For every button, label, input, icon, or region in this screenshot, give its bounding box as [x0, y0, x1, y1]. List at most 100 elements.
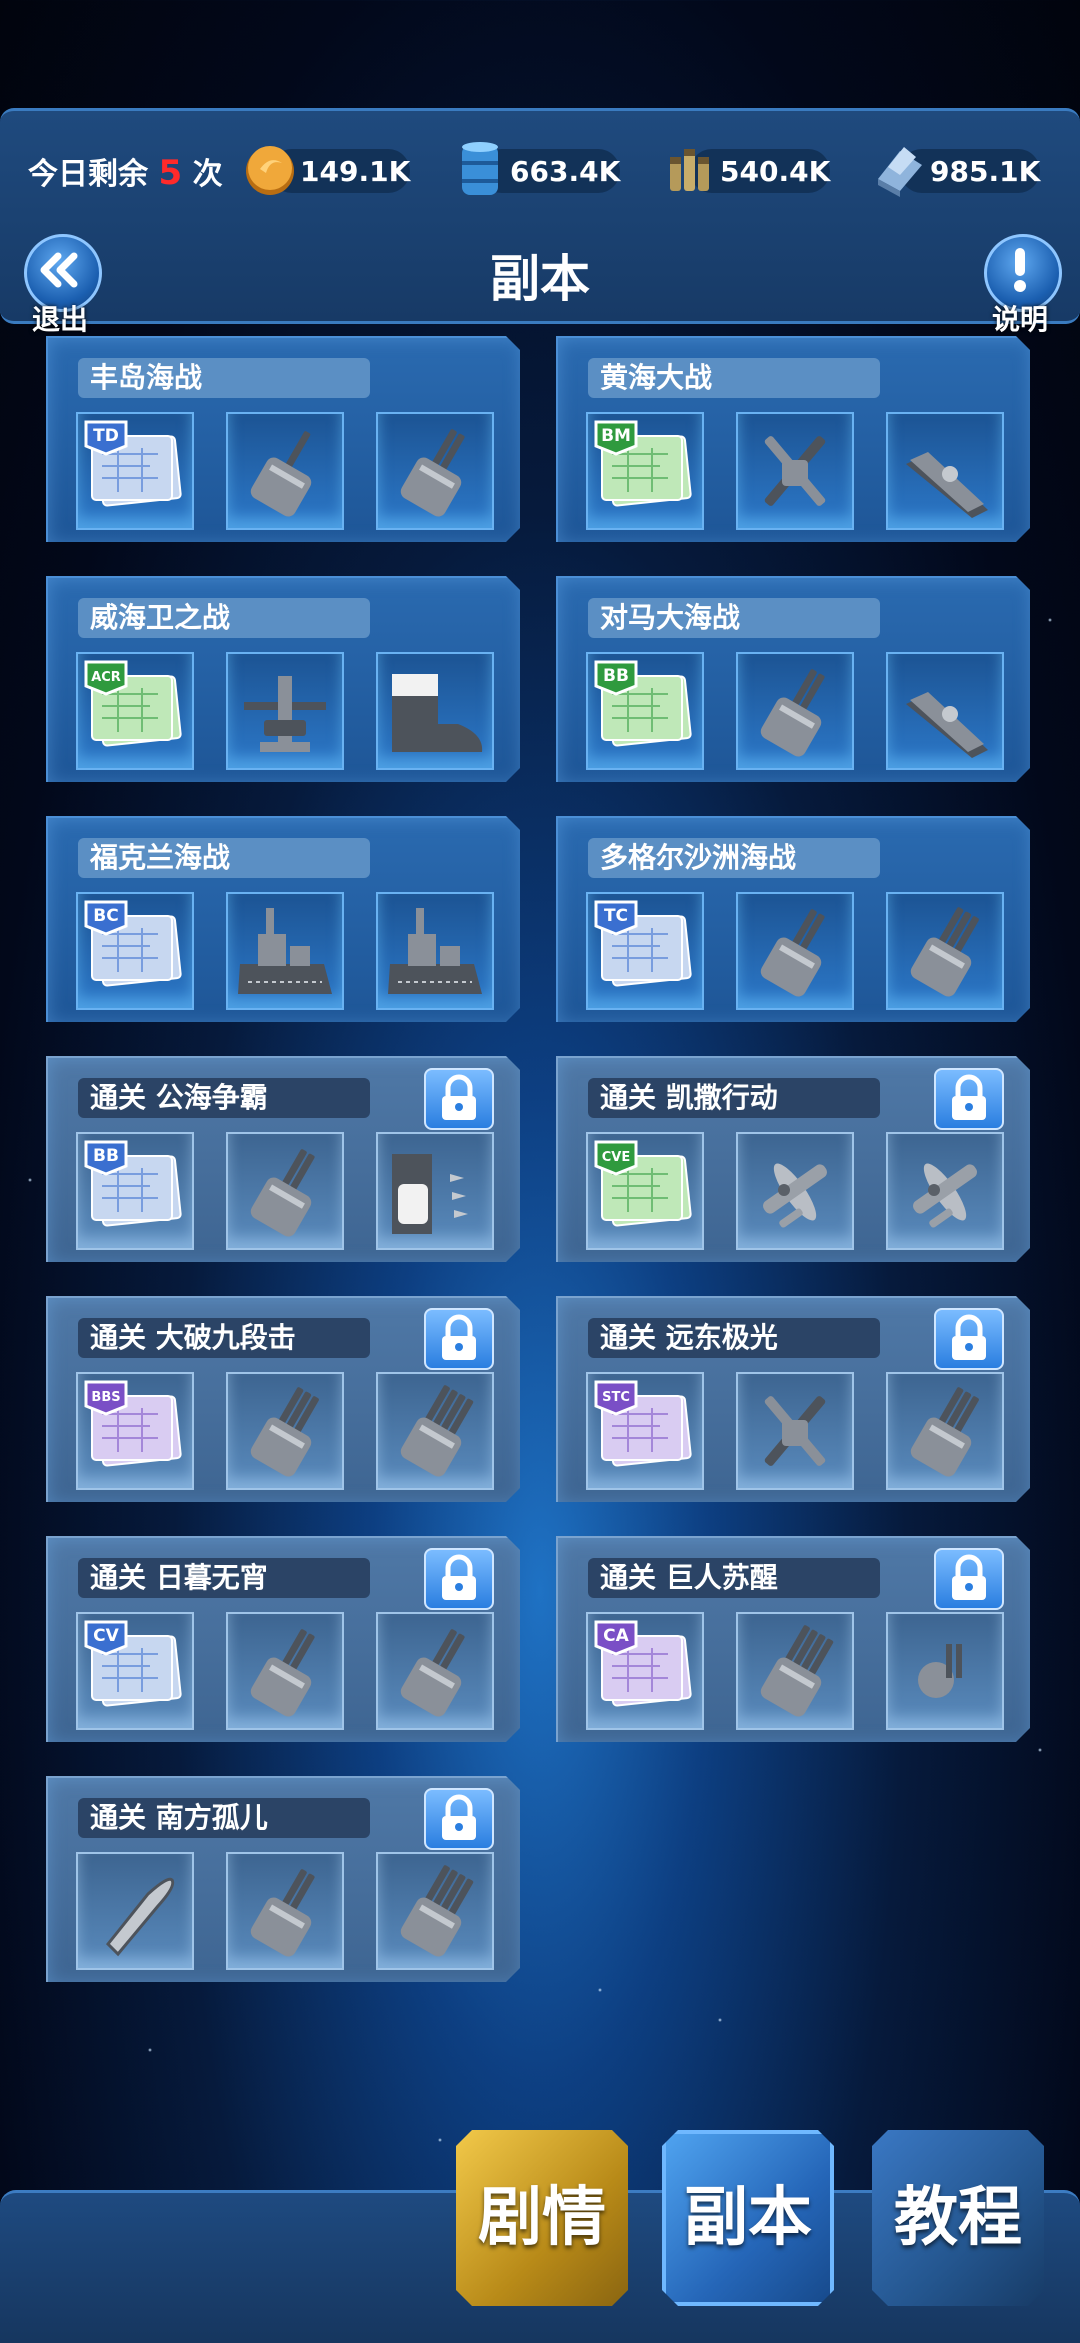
dungeon-name: 通关 巨人苏醒	[588, 1558, 880, 1598]
ship-section-icon	[388, 908, 482, 994]
lock-icon	[424, 1548, 494, 1610]
resource-bar: 今日剩余 5 次 149.1K 663.4K 540.4K 985.1K	[0, 111, 1080, 231]
heavy-turret-icon	[250, 1149, 315, 1237]
dungeon-card[interactable]: 福克兰海战 BC	[46, 816, 520, 1022]
remaining-count: 5	[158, 153, 183, 193]
reward-slot[interactable]	[226, 1372, 344, 1490]
reward-slot[interactable]	[376, 1372, 494, 1490]
shell-icon	[105, 1877, 175, 1957]
dungeon-name: 通关 公海争霸	[78, 1078, 370, 1118]
dungeon-name: 丰岛海战	[78, 358, 370, 398]
reward-slot[interactable]	[736, 412, 854, 530]
reward-slot[interactable]	[376, 1612, 494, 1730]
quad-turret-icon	[400, 1865, 474, 1957]
svg-text:BBS: BBS	[91, 1390, 120, 1405]
red-bomber-icon	[400, 1629, 465, 1717]
blueprint-reward-slot[interactable]: CVE	[586, 1132, 704, 1250]
dungeon-card[interactable]: 黄海大战 BM	[556, 336, 1030, 542]
reward-slot[interactable]	[886, 892, 1004, 1010]
blueprint-reward-slot[interactable]: ACR	[76, 652, 194, 770]
reward-slot[interactable]	[226, 1132, 344, 1250]
dungeon-name: 通关 凯撒行动	[588, 1078, 880, 1118]
reward-slot[interactable]	[376, 652, 494, 770]
dungeon-card[interactable]: 通关 日暮无宵 CV	[46, 1536, 520, 1742]
oil-value: 663.4K	[510, 155, 621, 188]
lock-icon	[934, 1068, 1004, 1130]
blueprint-reward-slot[interactable]: BB	[586, 652, 704, 770]
reward-slot[interactable]	[886, 1372, 1004, 1490]
launch-rail-icon	[906, 692, 988, 758]
dungeon-card[interactable]: 多格尔沙洲海战 TC	[556, 816, 1030, 1022]
blueprint-reward-slot[interactable]: BBS	[76, 1372, 194, 1490]
reward-slot[interactable]	[886, 652, 1004, 770]
dungeon-name: 黄海大战	[588, 358, 880, 398]
reward-slot[interactable]	[736, 1612, 854, 1730]
blueprint-icon: CVE	[594, 1140, 692, 1227]
back-button[interactable]: 退出	[14, 234, 106, 336]
blueprint-reward-slot[interactable]: CA	[586, 1612, 704, 1730]
reward-slot[interactable]	[226, 652, 344, 770]
reward-slot[interactable]	[226, 892, 344, 1010]
coin-icon	[246, 146, 294, 195]
blueprint-icon: BB	[594, 660, 692, 747]
title-row: 副本 退出 说明	[0, 229, 1080, 336]
reward-slot[interactable]	[226, 1852, 344, 1970]
remaining-attempts: 今日剩余 5 次	[28, 149, 223, 193]
reward-slot[interactable]	[376, 1132, 494, 1250]
steel-icon	[878, 147, 922, 197]
blueprint-icon: CV	[84, 1620, 182, 1707]
svg-text:BC: BC	[93, 906, 118, 926]
fighter-plane-icon	[763, 1163, 827, 1228]
crossed-guns-icon	[764, 436, 826, 506]
twin-turret-icon	[250, 1869, 315, 1957]
deck-plate-icon	[906, 452, 988, 518]
svg-text:TD: TD	[93, 426, 119, 446]
back-label: 退出	[31, 303, 88, 336]
reward-slot[interactable]	[736, 1132, 854, 1250]
reward-slot[interactable]	[886, 412, 1004, 530]
dungeon-card[interactable]: 通关 凯撒行动 CVE	[556, 1056, 1030, 1262]
svg-text:TC: TC	[604, 906, 628, 926]
dungeon-card[interactable]: 通关 远东极光 STC	[556, 1296, 1030, 1502]
reward-slot[interactable]	[376, 892, 494, 1010]
armor-module-icon	[392, 1154, 468, 1234]
dungeon-tab-button[interactable]: 副本	[662, 2130, 834, 2306]
twin-gun-turret-icon	[400, 429, 465, 517]
dungeon-name: 通关 大破九段击	[78, 1318, 370, 1358]
reward-slot[interactable]	[226, 412, 344, 530]
svg-text:BB: BB	[93, 1146, 119, 1166]
dungeon-card[interactable]: 通关 南方孤儿	[46, 1776, 520, 1982]
reward-slot[interactable]	[76, 1852, 194, 1970]
missile-launcher-icon	[910, 1387, 979, 1477]
blueprint-reward-slot[interactable]: BB	[76, 1132, 194, 1250]
reward-slot[interactable]	[736, 1372, 854, 1490]
blueprint-reward-slot[interactable]: BM	[586, 412, 704, 530]
dungeon-card[interactable]: 丰岛海战 TD	[46, 336, 520, 542]
reward-slot[interactable]	[886, 1612, 1004, 1730]
dungeon-card[interactable]: 通关 公海争霸 BB	[46, 1056, 520, 1262]
blueprint-icon: BM	[594, 420, 692, 507]
tutorial-tab-button[interactable]: 教程	[872, 2130, 1044, 2306]
reward-slot[interactable]	[226, 1612, 344, 1730]
blueprint-reward-slot[interactable]: TD	[76, 412, 194, 530]
quad-turret-icon	[760, 1625, 834, 1717]
blueprint-reward-slot[interactable]: BC	[76, 892, 194, 1010]
svg-text:CA: CA	[603, 1626, 629, 1646]
blueprint-reward-slot[interactable]: STC	[586, 1372, 704, 1490]
reward-slot[interactable]	[376, 1852, 494, 1970]
blueprint-icon: ACR	[84, 660, 182, 747]
blueprint-reward-slot[interactable]: CV	[76, 1612, 194, 1730]
blueprint-reward-slot[interactable]: TC	[586, 892, 704, 1010]
reward-slot[interactable]	[376, 412, 494, 530]
blueprint-icon: TD	[84, 420, 182, 507]
reward-slot[interactable]	[736, 892, 854, 1010]
dungeon-card[interactable]: 对马大海战 BB	[556, 576, 1030, 782]
story-tab-button[interactable]: 剧情	[456, 2130, 628, 2306]
reward-slot[interactable]	[736, 652, 854, 770]
reward-slot[interactable]	[886, 1132, 1004, 1250]
help-button[interactable]: 说明	[974, 234, 1066, 336]
dungeon-card[interactable]: 威海卫之战 ACR	[46, 576, 520, 782]
dungeon-card[interactable]: 通关 巨人苏醒 CA	[556, 1536, 1030, 1742]
dungeon-card[interactable]: 通关 大破九段击 BBS	[46, 1296, 520, 1502]
blueprint-icon: BB	[84, 1140, 182, 1227]
